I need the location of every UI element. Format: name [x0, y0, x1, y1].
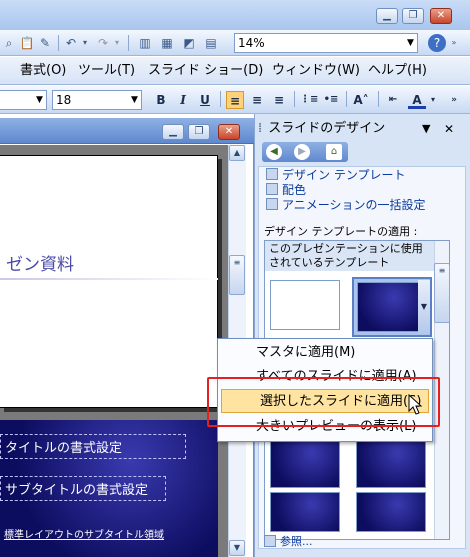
scroll-thumb[interactable]: ≡ — [434, 263, 450, 323]
template-thumbnail[interactable] — [270, 280, 340, 330]
doc-maximize-icon[interactable]: ❐ — [188, 124, 210, 140]
insert-table-icon[interactable]: ▦ — [158, 34, 176, 52]
toolbar-separator — [220, 91, 221, 107]
minimize-icon[interactable]: ▁ — [376, 8, 398, 24]
chevron-down-icon[interactable]: ▼ — [128, 91, 141, 109]
insert-chart-icon[interactable]: ▥ — [136, 34, 154, 52]
template-thumbnail[interactable] — [356, 438, 426, 488]
scroll-thumb[interactable]: ≡ — [229, 255, 245, 295]
back-icon[interactable]: ◀ — [266, 144, 282, 160]
toolbar-options-icon[interactable]: » — [448, 34, 460, 52]
maximize-icon[interactable]: ❐ — [402, 8, 424, 24]
subtitle-placeholder[interactable]: サブタイトルの書式設定 — [0, 476, 166, 501]
chevron-down-icon[interactable]: ▼ — [33, 91, 46, 109]
italic-button[interactable]: I — [174, 91, 192, 109]
redo-dropdown-icon[interactable]: ▾ — [112, 34, 122, 52]
color-scheme-icon — [266, 183, 278, 195]
toolbar-separator — [378, 91, 379, 107]
chevron-down-icon[interactable]: ▼ — [422, 118, 430, 140]
zoom-value: 14% — [238, 36, 265, 50]
close-icon[interactable]: ✕ — [444, 118, 454, 140]
help-icon[interactable]: ? — [428, 34, 446, 52]
link-color-schemes[interactable]: 配色 — [266, 183, 306, 198]
template-group-header: このプレゼンテーションに使用されているテンプレート — [265, 241, 434, 271]
expand-all-icon[interactable]: ▤ — [202, 34, 220, 52]
research-icon[interactable]: ⌕ — [0, 34, 18, 52]
menu-bar: 書式(O) ツール(T) スライド ショー(D) ウィンドウ(W) ヘルプ(H) — [0, 57, 470, 85]
undo-dropdown-icon[interactable]: ▾ — [80, 34, 90, 52]
template-thumbnail[interactable] — [356, 492, 426, 532]
mouse-cursor-icon — [408, 394, 423, 415]
chevron-down-icon[interactable]: ▼ — [404, 34, 417, 52]
toolbar-separator — [58, 35, 59, 51]
format-painter-icon[interactable]: ✎ — [36, 34, 54, 52]
browse-link[interactable]: 参照... — [264, 533, 313, 549]
align-right-icon[interactable]: ≡ — [270, 91, 288, 109]
bullets-icon[interactable]: •≡ — [322, 91, 340, 109]
slide-title-text[interactable]: ゼン資料 — [0, 250, 218, 275]
undo-icon[interactable]: ↶ — [62, 34, 80, 52]
menu-window[interactable]: ウィンドウ(W) — [272, 62, 360, 80]
task-pane-nav: ◀ ▶ ⌂ — [262, 142, 348, 162]
task-pane-title: スライドのデザイン — [268, 121, 386, 136]
link-design-templates[interactable]: デザイン テンプレート — [266, 168, 405, 183]
toolbar-separator — [294, 91, 295, 107]
apply-template-header: デザイン テンプレートの適用 : — [264, 225, 418, 238]
close-icon[interactable]: ✕ — [430, 8, 452, 24]
menu-format[interactable]: 書式(O) — [20, 62, 66, 80]
align-center-icon[interactable]: ≡ — [248, 91, 266, 109]
font-size-combo[interactable]: 18 ▼ — [52, 90, 142, 110]
redo-icon[interactable]: ↷ — [94, 34, 112, 52]
menu-slideshow[interactable]: スライド ショー(D) — [148, 62, 263, 80]
title-placeholder[interactable]: タイトルの書式設定 — [0, 434, 186, 459]
slide-master-preview[interactable]: タイトルの書式設定 サブタイトルの書式設定 標準レイアウトのサブタイトル領域 — [0, 420, 218, 557]
increase-font-icon[interactable]: A˄ — [352, 91, 370, 109]
doc-minimize-icon[interactable]: ▁ — [162, 124, 184, 140]
menu-help[interactable]: ヘルプ(H) — [368, 62, 427, 80]
menu-apply-to-master[interactable]: マスタに適用(M) — [218, 341, 432, 365]
template-thumbnail[interactable] — [270, 438, 340, 488]
decrease-indent-icon[interactable]: ⇤ — [384, 91, 402, 109]
footer-placeholder: 標準レイアウトのサブタイトル領域 — [4, 530, 164, 541]
annotation-highlight-box — [207, 377, 440, 427]
template-thumbnail-image — [357, 282, 419, 332]
design-template-icon — [266, 168, 278, 180]
animation-scheme-icon — [266, 198, 278, 210]
font-name-combo[interactable]: ▼ — [0, 90, 47, 110]
document-title-bar — [0, 118, 254, 144]
chevron-down-icon[interactable]: ▾ — [428, 91, 438, 109]
forward-icon[interactable]: ▶ — [294, 144, 310, 160]
formatting-toolbar: ▼ 18 ▼ B I U ≡ ≡ ≡ ⋮≡ •≡ A˄ ⇤ A ▾ » — [0, 86, 470, 114]
browse-icon — [264, 535, 276, 547]
task-pane-header: ⁞ スライドのデザイン ▼ ✕ — [258, 118, 468, 140]
align-left-icon[interactable]: ≡ — [226, 91, 244, 109]
zoom-combo[interactable]: 14% ▼ — [234, 33, 418, 53]
tables-borders-icon[interactable]: ◩ — [180, 34, 198, 52]
paste-icon[interactable]: 📋 — [18, 34, 36, 52]
underline-button[interactable]: U — [196, 91, 214, 109]
doc-close-icon[interactable]: ✕ — [218, 124, 240, 140]
window-title-bar — [0, 0, 470, 30]
scroll-down-icon[interactable]: ▼ — [229, 540, 245, 556]
toolbar-separator — [346, 91, 347, 107]
template-thumbnail[interactable] — [270, 492, 340, 532]
scroll-up-icon[interactable]: ▲ — [229, 145, 245, 161]
numbering-icon[interactable]: ⋮≡ — [300, 91, 318, 109]
bold-button[interactable]: B — [152, 91, 170, 109]
menu-tools[interactable]: ツール(T) — [78, 62, 135, 80]
standard-toolbar: ⌕ 📋 ✎ ↶ ▾ ↷ ▾ ▥ ▦ ◩ ▤ 14% ▼ ? » — [0, 30, 470, 56]
grip-icon[interactable]: ⁞ — [258, 121, 262, 136]
toolbar-options-icon[interactable]: » — [448, 91, 460, 109]
link-animation-schemes[interactable]: アニメーションの一括設定 — [266, 198, 426, 213]
slide-title-underline — [0, 278, 218, 280]
slide-preview[interactable] — [0, 155, 218, 408]
chevron-down-icon[interactable]: ▼ — [418, 280, 430, 334]
toolbar-separator — [128, 35, 129, 51]
font-size-value: 18 — [56, 93, 72, 107]
home-icon[interactable]: ⌂ — [326, 144, 342, 160]
font-color-icon[interactable]: A — [408, 91, 426, 109]
